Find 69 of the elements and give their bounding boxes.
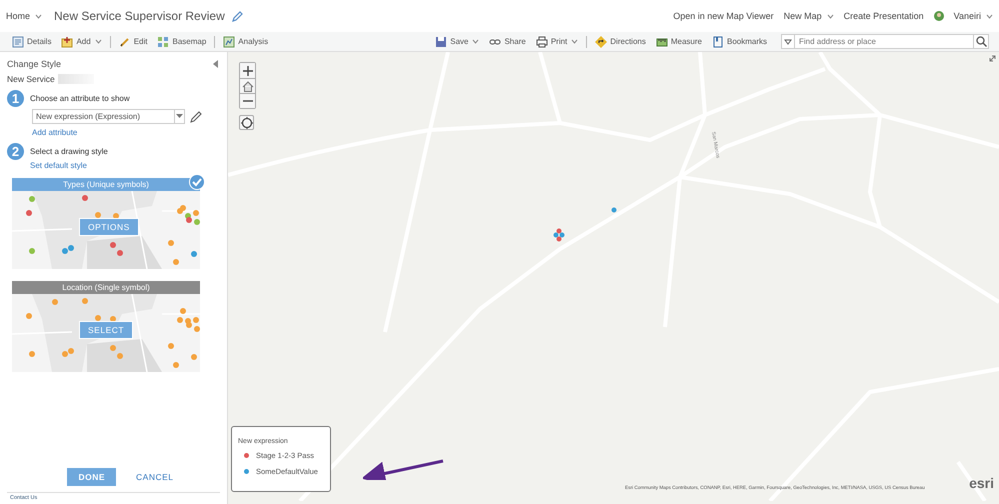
toolbar-button[interactable]: Add	[59, 36, 104, 48]
caret-icon	[472, 39, 480, 44]
search-icon	[976, 36, 986, 47]
checkmark-icon	[189, 174, 205, 190]
search-field[interactable]: Find address or place	[795, 34, 973, 49]
pencil-icon	[118, 36, 131, 48]
card-title: Location (Single symbol)	[12, 281, 200, 294]
caret-icon	[176, 114, 183, 119]
toolbar-button[interactable]: Basemap	[155, 36, 208, 48]
floppy-icon	[435, 36, 448, 48]
locate-button[interactable]	[239, 115, 254, 130]
grid-icon	[157, 36, 170, 48]
header-link[interactable]: Create Presentation	[844, 11, 924, 21]
crosshair-icon	[240, 116, 252, 128]
search-button[interactable]	[973, 34, 989, 49]
card-title: Types (Unique symbols)	[12, 178, 200, 191]
toolbar-button[interactable]: Share	[487, 36, 528, 48]
caret-icon	[35, 14, 42, 18]
search-options-button[interactable]	[781, 34, 795, 49]
toolbar-button[interactable]: Analysis	[221, 36, 270, 48]
home-link[interactable]: Home	[6, 11, 30, 21]
step-label: Select a drawing style	[30, 147, 108, 156]
map-title: New Service Supervisor Review	[54, 9, 225, 23]
plus-folder-icon	[61, 36, 74, 48]
plus-icon	[242, 66, 252, 76]
step-number: 2	[7, 143, 24, 160]
caret-icon	[571, 39, 578, 44]
chart-icon	[223, 36, 236, 48]
bookmark-icon	[712, 36, 724, 48]
toolbar-button[interactable]: Bookmarks	[710, 36, 769, 48]
caret-icon	[784, 38, 792, 44]
ruler-icon	[656, 36, 668, 48]
home-button[interactable]	[240, 78, 255, 93]
caret-icon	[986, 14, 993, 18]
add-attribute-link[interactable]: Add attribute	[32, 128, 220, 137]
toolbar-button[interactable]: Directions	[593, 36, 648, 48]
header-link[interactable]: New Map	[784, 11, 822, 21]
document-icon	[12, 36, 24, 48]
toolbar-button[interactable]: Save	[433, 36, 482, 48]
printer-icon	[536, 36, 548, 48]
style-card[interactable]: Location (Single symbol) SELECT	[12, 281, 200, 372]
expand-icon	[989, 55, 996, 62]
zoom-in-button[interactable]	[240, 63, 255, 78]
map-point-icon	[611, 207, 617, 213]
house-icon	[242, 80, 254, 92]
layer-name: New Service	[7, 74, 55, 84]
pencil-icon	[190, 110, 203, 123]
toolbar-button[interactable]: Edit	[116, 36, 150, 48]
collapse-icon	[213, 60, 218, 68]
blurred-block	[58, 74, 94, 84]
zoom-out-button[interactable]	[240, 93, 255, 108]
toolbar-button[interactable]: Print	[534, 36, 580, 48]
diamond-icon	[595, 36, 608, 48]
set-default-style-link[interactable]: Set default style	[30, 161, 220, 170]
header-link[interactable]: Open in new Map Viewer	[673, 11, 774, 21]
step-label: Choose an attribute to show	[30, 94, 130, 103]
user-avatar-icon	[934, 11, 944, 21]
caret-icon	[94, 39, 102, 44]
cancel-button[interactable]: CANCEL	[130, 468, 180, 486]
step-number: 1	[7, 90, 24, 107]
user-menu[interactable]: Vaneiri	[954, 11, 981, 21]
toolbar-button[interactable]: Details	[10, 36, 54, 48]
attribute-dropdown[interactable]: New expression (Expression)	[32, 109, 185, 124]
toolbar-button[interactable]: Measure	[654, 36, 704, 48]
esri-logo: esri	[969, 475, 994, 491]
pencil-icon	[232, 10, 243, 22]
point-cluster-drawing	[552, 226, 566, 244]
panel-title: Change Style	[7, 59, 62, 69]
caret-icon	[826, 14, 834, 18]
